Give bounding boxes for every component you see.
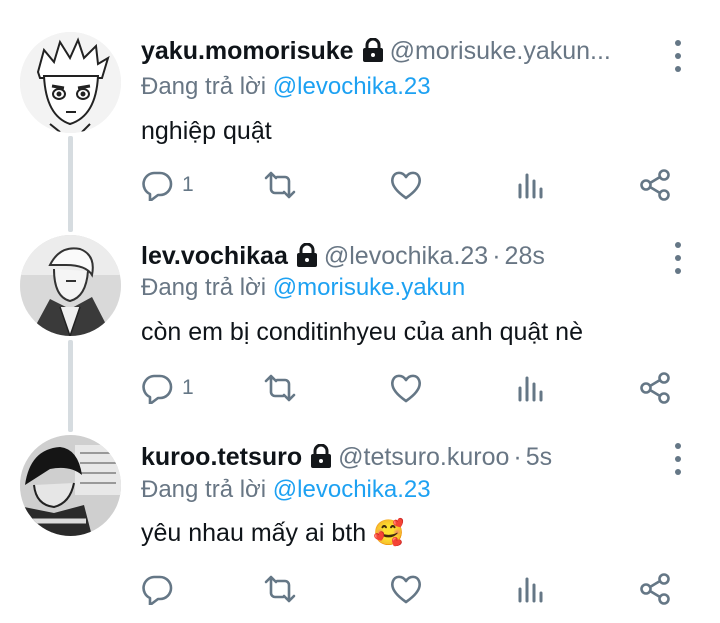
manga-character-avatar-icon	[20, 235, 121, 336]
separator-dot: ·	[513, 443, 522, 471]
like-icon	[391, 171, 421, 200]
replying-to: Đang trả lời @levochika.23	[141, 475, 431, 505]
analytics-button[interactable]	[517, 368, 547, 408]
reply-count: 1	[182, 173, 194, 196]
reply-button[interactable]	[140, 569, 182, 609]
tweet-text-container: yêu nhau mấy ai bth 🥰	[141, 518, 404, 548]
like-icon	[391, 575, 421, 604]
reply-count: 1	[182, 376, 194, 399]
like-button[interactable]	[389, 368, 423, 408]
tweet-header: lev.vochikaa @levochika.23 · 28s	[141, 241, 660, 274]
retweet-button[interactable]	[262, 165, 298, 205]
share-button[interactable]	[638, 165, 672, 205]
avatar[interactable]	[20, 235, 121, 336]
replying-prefix: Đang trả lời	[141, 274, 267, 301]
analytics-button[interactable]	[517, 165, 547, 205]
more-options-icon[interactable]	[672, 38, 684, 74]
share-icon	[640, 372, 670, 404]
reply-icon	[142, 575, 173, 605]
like-button[interactable]	[389, 569, 423, 609]
display-name[interactable]: yaku.momorisuke	[141, 37, 354, 65]
action-bar: 1	[0, 368, 720, 408]
lock-icon	[296, 242, 318, 274]
replying-to: Đang trả lời @levochika.23	[141, 72, 431, 102]
lock-icon	[310, 443, 332, 475]
separator-dot: ·	[492, 242, 501, 270]
display-name[interactable]: lev.vochikaa	[141, 242, 288, 270]
mention-link[interactable]: @levochika.23	[273, 73, 431, 100]
mention-link[interactable]: @morisuke.yakun	[273, 274, 465, 301]
tweet[interactable]: yaku.momorisuke @morisuke.yakun... Đang t…	[0, 0, 720, 220]
manga-character-avatar-icon	[20, 32, 121, 133]
share-icon	[640, 573, 670, 605]
user-handle[interactable]: @levochika.23	[324, 242, 488, 270]
tweet-header: kuroo.tetsuro @tetsuro.kuroo · 5s	[141, 442, 660, 475]
tweet[interactable]: kuroo.tetsuro @tetsuro.kuroo · 5s Đang trả …	[0, 425, 720, 623]
user-handle[interactable]: @tetsuro.kuroo	[338, 443, 509, 471]
analytics-icon	[518, 376, 543, 402]
like-button[interactable]	[389, 165, 423, 205]
tweet-text: còn em bị conditinhyeu của anh quật nè	[141, 318, 583, 346]
retweet-button[interactable]	[262, 368, 298, 408]
tweet-text: nghiệp quật	[141, 117, 272, 145]
replying-prefix: Đang trả lời	[141, 73, 267, 100]
action-bar	[0, 569, 720, 609]
reply-icon	[142, 374, 173, 404]
lock-icon	[362, 37, 384, 69]
replying-to: Đang trả lời @morisuke.yakun	[141, 273, 465, 303]
reply-button[interactable]: 1	[140, 165, 194, 205]
display-name[interactable]: kuroo.tetsuro	[141, 443, 302, 471]
more-options-icon[interactable]	[672, 240, 684, 276]
retweet-icon	[264, 575, 296, 603]
analytics-button[interactable]	[517, 569, 547, 609]
share-button[interactable]	[638, 368, 672, 408]
tweet[interactable]: lev.vochikaa @levochika.23 · 28s Đang trả l…	[0, 220, 720, 425]
share-icon	[640, 169, 670, 201]
retweet-button[interactable]	[262, 569, 298, 609]
avatar[interactable]	[20, 32, 121, 133]
user-handle[interactable]: @morisuke.yakun...	[390, 37, 611, 65]
smiling-face-with-hearts-emoji: 🥰	[373, 519, 405, 547]
retweet-icon	[264, 171, 296, 199]
retweet-icon	[264, 374, 296, 402]
reply-button[interactable]: 1	[140, 368, 194, 408]
like-icon	[391, 374, 421, 403]
share-button[interactable]	[638, 569, 672, 609]
timestamp[interactable]: 5s	[526, 443, 552, 471]
tweet-header: yaku.momorisuke @morisuke.yakun...	[141, 36, 660, 69]
analytics-icon	[518, 577, 543, 603]
mention-link[interactable]: @levochika.23	[273, 476, 431, 503]
avatar[interactable]	[20, 435, 121, 536]
reply-icon	[142, 171, 173, 201]
replying-prefix: Đang trả lời	[141, 476, 267, 503]
action-bar: 1	[0, 165, 720, 205]
timestamp[interactable]: 28s	[505, 242, 545, 270]
manga-character-avatar-icon	[20, 435, 121, 536]
tweet-text: yêu nhau mấy ai bth	[141, 519, 367, 547]
analytics-icon	[518, 173, 543, 199]
more-options-icon[interactable]	[672, 441, 684, 477]
